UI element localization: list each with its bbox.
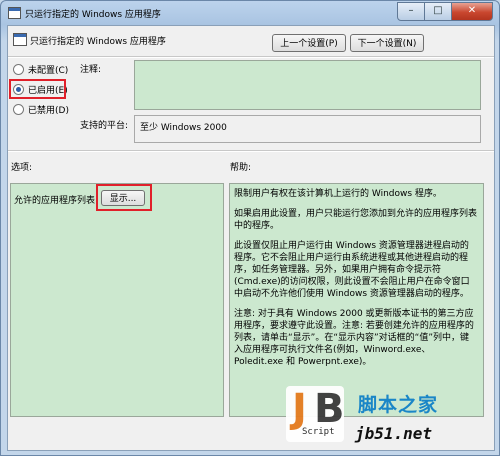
highlight-show-button <box>96 184 152 211</box>
policy-window: 只运行指定的 Windows 应用程序 – □ ✕ 只运行指定的 Windows… <box>0 0 500 456</box>
policy-app-icon <box>8 7 21 19</box>
help-paragraph: 此设置仅阻止用户运行由 Windows 资源管理器进程启动的程序。它不会阻止用户… <box>234 241 470 299</box>
next-setting-button[interactable]: 下一个设置(N) <box>350 34 424 52</box>
logo-letter-j: J <box>292 386 307 432</box>
platform-label: 支持的平台: <box>80 121 129 131</box>
radio-label: 未配置(C) <box>28 65 69 76</box>
policy-icon <box>13 33 27 46</box>
dialog-body: 只运行指定的 Windows 应用程序 上一个设置(P) 下一个设置(N) 未配… <box>7 25 495 451</box>
window-title: 只运行指定的 Windows 应用程序 <box>25 10 161 20</box>
radio-button-icon[interactable] <box>13 63 24 75</box>
title-bar[interactable]: 只运行指定的 Windows 应用程序 – □ ✕ <box>1 1 499 25</box>
radio-disabled[interactable]: 已禁用(D) <box>13 102 69 116</box>
watermark-url: jb51.net <box>355 424 433 443</box>
highlight-enabled-option <box>9 79 66 99</box>
options-section-label: 选项: <box>11 163 33 173</box>
help-text: 限制用户有权在该计算机上运行的 Windows 程序。 如果启用此设置，用户只能… <box>234 188 477 376</box>
watermark-site-name: 脚本之家 <box>358 394 439 416</box>
radio-label: 已禁用(D) <box>28 105 69 116</box>
platform-value: 至少 Windows 2000 <box>140 123 227 133</box>
header-divider <box>8 56 494 58</box>
help-paragraph: 限制用户有权在该计算机上运行的 Windows 程序。 <box>234 189 442 199</box>
policy-title: 只运行指定的 Windows 应用程序 <box>30 37 166 47</box>
logo-script-text: Script <box>302 427 335 437</box>
help-panel: 限制用户有权在该计算机上运行的 Windows 程序。 如果启用此设置，用户只能… <box>229 183 484 417</box>
close-button[interactable]: ✕ <box>451 2 493 21</box>
options-panel: 允许的应用程序列表 显示... <box>10 183 224 417</box>
help-section-label: 帮助: <box>230 163 252 173</box>
prev-setting-button[interactable]: 上一个设置(P) <box>272 34 346 52</box>
allowed-apps-label: 允许的应用程序列表 <box>14 196 96 206</box>
maximize-button[interactable]: □ <box>424 2 452 21</box>
platform-value-box: 至少 Windows 2000 <box>134 115 481 143</box>
radio-button-icon[interactable] <box>13 103 24 115</box>
comment-label: 注释: <box>80 65 102 75</box>
section-divider <box>8 150 494 152</box>
logo-letter-b: B <box>314 386 345 432</box>
help-paragraph: 如果启用此设置，用户只能运行您添加到允许的应用程序列表中的程序。 <box>234 209 478 231</box>
jb51-logo: J B Script <box>286 386 345 442</box>
comment-textarea[interactable] <box>134 60 481 110</box>
minimize-button[interactable]: – <box>397 2 425 21</box>
window-controls: – □ ✕ <box>397 2 493 21</box>
help-paragraph: 注意: 对于具有 Windows 2000 或更新版本证书的第三方应用程序，要求… <box>234 309 474 367</box>
radio-not-configured[interactable]: 未配置(C) <box>13 62 68 76</box>
